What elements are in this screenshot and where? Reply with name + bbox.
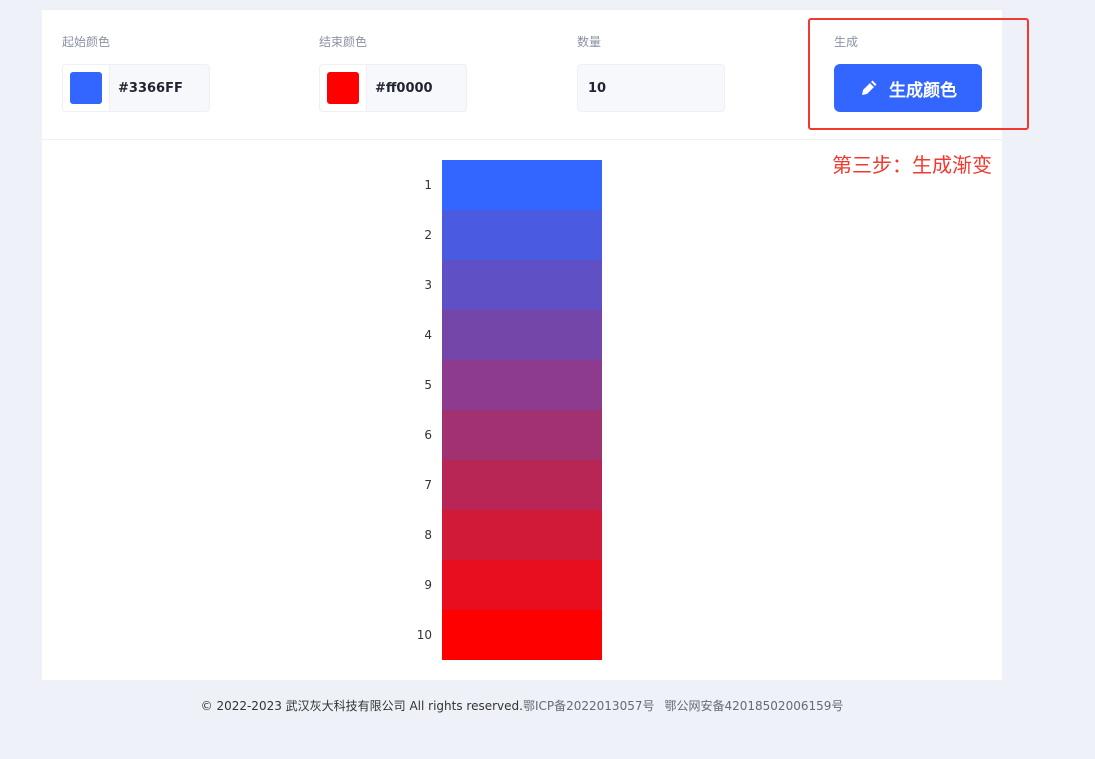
footer: © 2022-2023 武汉灰大科技有限公司 All rights reserv… xyxy=(0,697,1044,714)
start-color-control: 起始颜色 #3366FF xyxy=(62,35,210,112)
gradient-row: 1 xyxy=(424,160,642,210)
count-input[interactable]: 10 xyxy=(577,64,725,112)
gradient-index: 9 xyxy=(424,578,432,592)
gradient-index: 8 xyxy=(424,528,432,542)
gradient-index: 3 xyxy=(424,278,432,292)
end-color-swatch[interactable] xyxy=(327,72,359,104)
page: 起始颜色 #3366FF 结束颜色 #ff0000 数量 10 生成 生成颜色 … xyxy=(0,0,1095,759)
gradient-row: 3 xyxy=(424,260,642,310)
highlight-box xyxy=(808,18,1029,130)
gradient-swatch[interactable] xyxy=(442,360,602,410)
gradient-swatch[interactable] xyxy=(442,260,602,310)
end-color-label: 结束颜色 xyxy=(319,35,368,49)
end-color-field[interactable]: #ff0000 xyxy=(319,64,467,112)
gradient-row: 6 xyxy=(424,410,642,460)
footer-police-link[interactable]: 鄂公网安备42018502006159号 xyxy=(664,699,843,713)
controls-divider xyxy=(42,139,1002,140)
count-value[interactable]: 10 xyxy=(578,81,606,96)
gradient-swatch[interactable] xyxy=(442,560,602,610)
start-color-value[interactable]: #3366FF xyxy=(110,81,183,96)
start-color-swatch[interactable] xyxy=(70,72,102,104)
gradient-swatch[interactable] xyxy=(442,510,602,560)
gradient-row: 9 xyxy=(424,560,642,610)
gradient-index: 1 xyxy=(424,178,432,192)
end-color-value[interactable]: #ff0000 xyxy=(367,81,433,96)
step-annotation: 第三步：生成渐变 xyxy=(832,153,992,177)
gradient-index: 7 xyxy=(424,478,432,492)
gradient-index: 2 xyxy=(424,228,432,242)
gradient-index: 6 xyxy=(424,428,432,442)
end-color-picker[interactable] xyxy=(320,65,367,111)
count-label: 数量 xyxy=(577,35,602,49)
end-color-control: 结束颜色 #ff0000 xyxy=(319,35,467,112)
gradient-row: 4 xyxy=(424,310,642,360)
footer-copyright: © 2022-2023 武汉灰大科技有限公司 All rights reserv… xyxy=(200,699,523,713)
gradient-row: 5 xyxy=(424,360,642,410)
gradient-row: 8 xyxy=(424,510,642,560)
gradient-swatch[interactable] xyxy=(442,610,602,660)
start-color-picker[interactable] xyxy=(63,65,110,111)
gradient-list: 1 2 3 4 5 6 7 8 9 10 xyxy=(417,160,642,660)
gradient-swatch[interactable] xyxy=(442,310,602,360)
gradient-swatch[interactable] xyxy=(442,210,602,260)
gradient-index: 5 xyxy=(424,378,432,392)
gradient-swatch[interactable] xyxy=(442,460,602,510)
start-color-field[interactable]: #3366FF xyxy=(62,64,210,112)
start-color-label: 起始颜色 xyxy=(62,35,111,49)
gradient-row: 2 xyxy=(424,210,642,260)
gradient-row: 7 xyxy=(424,460,642,510)
count-control: 数量 10 xyxy=(577,35,725,112)
gradient-index: 4 xyxy=(424,328,432,342)
gradient-row: 10 xyxy=(417,610,642,660)
gradient-swatch[interactable] xyxy=(442,160,602,210)
gradient-swatch[interactable] xyxy=(442,410,602,460)
footer-icp-link[interactable]: 鄂ICP备2022013057号 xyxy=(523,699,655,713)
gradient-index: 10 xyxy=(416,628,432,642)
